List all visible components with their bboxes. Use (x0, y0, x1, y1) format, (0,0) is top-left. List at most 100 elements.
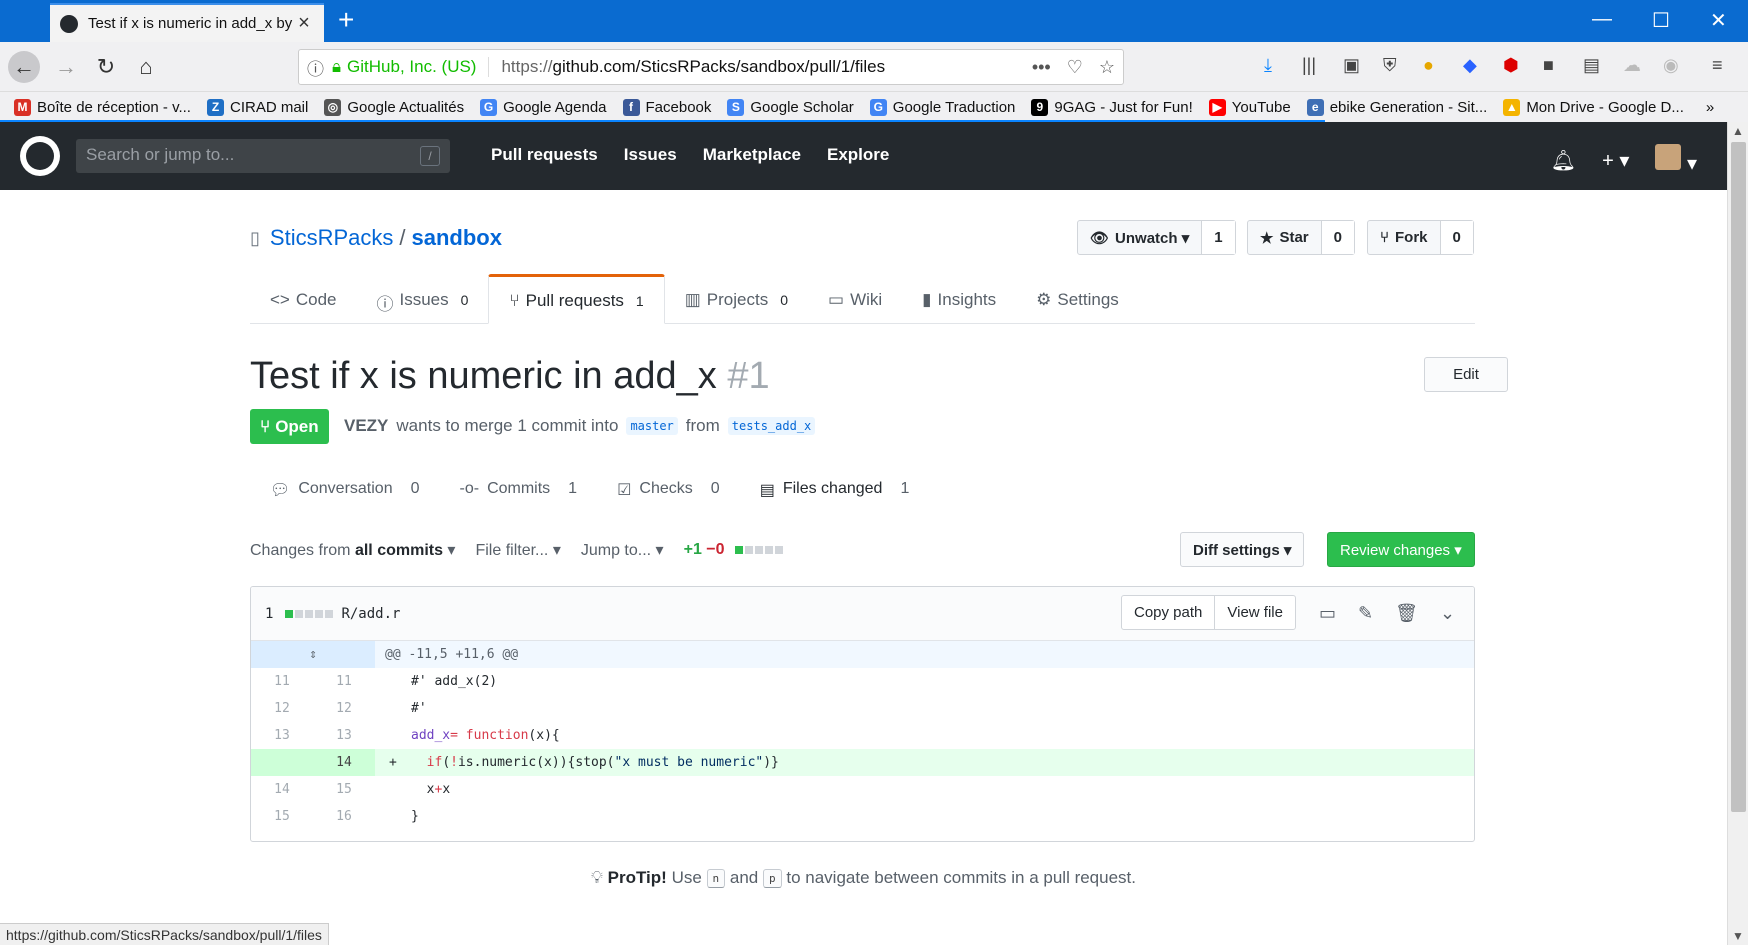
disabled-ext-icon[interactable]: ◉ (1663, 55, 1679, 76)
tab-settings[interactable]: ⚙ Settings (1016, 274, 1139, 323)
file-filter-dropdown[interactable]: File filter... ▾ (475, 540, 560, 560)
bookmark-item[interactable]: f Facebook (622, 98, 711, 116)
author-link[interactable]: VEZY (344, 416, 388, 436)
tab-pull-requests[interactable]: ⑂ Pull requests 1 (488, 274, 665, 324)
page-actions-icon[interactable]: ••• (1032, 57, 1051, 78)
repo-owner-link[interactable]: SticsRPacks (270, 225, 393, 251)
github-logo-icon[interactable] (20, 136, 60, 176)
tab-commits[interactable]: -o- Commits 1 (440, 468, 598, 512)
adblock-icon[interactable]: ⬢ (1503, 55, 1519, 76)
nav-pull-requests[interactable]: Pull requests (491, 145, 598, 165)
new-line-number[interactable]: 13 (313, 722, 375, 749)
new-line-number[interactable]: 14 (313, 749, 375, 776)
bookmark-item[interactable]: G Google Traduction (869, 98, 1015, 116)
scroll-up-icon[interactable]: ▲ (1732, 124, 1744, 138)
old-line-number[interactable]: 15 (251, 803, 313, 830)
url-bar[interactable]: ⓘ 🔒︎ GitHub, Inc. (US) https://github.co… (298, 49, 1124, 85)
unwatch-button[interactable]: 👁︎ Unwatch ▾ (1078, 221, 1203, 254)
review-changes-button[interactable]: Review changes ▾ (1327, 532, 1475, 567)
tab-close-icon[interactable]: × (294, 12, 314, 35)
bookmark-item[interactable]: ▲ Mon Drive - Google D... (1503, 98, 1684, 116)
bookmark-item[interactable]: Z CIRAD mail (206, 98, 308, 116)
reload-icon[interactable]: ↻ (90, 51, 122, 83)
bookmark-item[interactable]: 9 9GAG - Just for Fun! (1031, 98, 1193, 116)
new-line-number[interactable]: 16 (313, 803, 375, 830)
menu-icon[interactable]: ≡ (1712, 55, 1723, 76)
old-line-number[interactable]: 13 (251, 722, 313, 749)
page-scrollbar[interactable]: ▲ ▼ (1727, 122, 1748, 945)
tab-wiki[interactable]: ▭ Wiki (808, 274, 902, 323)
calendar-ext-icon[interactable]: ▤ (1583, 55, 1600, 76)
old-line-number[interactable]: 12 (251, 695, 313, 722)
new-line-number[interactable]: 15 (313, 776, 375, 803)
notifications-bell-icon[interactable]: 🔔︎ (1551, 148, 1576, 173)
tab-insights[interactable]: ▮ Insights (902, 274, 1016, 323)
new-line-number[interactable]: 12 (313, 695, 375, 722)
sidebar-icon[interactable]: ▣ (1343, 55, 1360, 76)
expand-icon[interactable]: ⇕ (251, 641, 375, 668)
bookmark-item[interactable]: M Boîte de réception - v... (14, 98, 191, 116)
info-icon[interactable]: ⓘ (307, 55, 324, 80)
shield-icon[interactable]: ⛨ (1383, 55, 1397, 76)
bookmark-item[interactable]: ▶ YouTube (1208, 98, 1291, 116)
scroll-down-icon[interactable]: ▼ (1732, 929, 1744, 943)
browser-tab[interactable]: Test if x is numeric in add_x by × (50, 3, 324, 42)
bookmark-item[interactable]: e ebike Generation - Sit... (1306, 98, 1487, 116)
bookmark-item[interactable]: ◎ Google Actualités (324, 98, 464, 116)
extension-blue-icon[interactable]: ◆ (1463, 55, 1477, 76)
home-icon[interactable]: ⌂ (130, 51, 162, 83)
library-icon[interactable]: ||| (1302, 55, 1316, 76)
bookmark-item[interactable]: G Google Agenda (480, 98, 607, 116)
bookmark-item[interactable]: S Google Scholar (727, 98, 854, 116)
tab-code[interactable]: <> Code (250, 274, 357, 323)
search-input[interactable]: Search or jump to... / (76, 139, 450, 173)
new-line-number[interactable]: 11 (313, 668, 375, 695)
head-branch[interactable]: tests_add_x (727, 417, 816, 435)
pocket-icon[interactable]: ♡ (1067, 57, 1083, 78)
window-close-icon[interactable]: ✕ (1710, 8, 1727, 33)
nav-explore[interactable]: Explore (827, 145, 889, 165)
stars-count[interactable]: 0 (1321, 221, 1354, 254)
copy-path-button[interactable]: Copy path (1122, 596, 1214, 629)
jump-to-dropdown[interactable]: Jump to... ▾ (581, 540, 664, 560)
forward-icon[interactable]: → (50, 51, 82, 83)
tab-files-changed[interactable]: ▤ Files changed 1 (740, 468, 930, 512)
tab-projects[interactable]: ▥ Projects 0 (665, 274, 808, 323)
desktop-icon[interactable]: ▭ (1319, 603, 1336, 624)
view-file-button[interactable]: View file (1214, 596, 1295, 629)
lock-ext-icon[interactable]: ■ (1543, 55, 1554, 76)
scrollbar-thumb[interactable] (1731, 142, 1746, 812)
user-avatar[interactable]: ▾ (1655, 144, 1697, 176)
pencil-icon[interactable]: ✎ (1358, 603, 1373, 624)
chrome-ext-icon[interactable]: ● (1423, 55, 1434, 76)
fork-button[interactable]: ⑂ Fork (1368, 221, 1441, 254)
diff-settings-button[interactable]: Diff settings ▾ (1180, 532, 1305, 567)
maximize-icon[interactable]: ☐ (1652, 8, 1670, 33)
tab-checks[interactable]: ☑ Checks 0 (597, 468, 740, 512)
file-path[interactable]: R/add.r (341, 606, 400, 622)
trash-icon[interactable]: 🗑︎ (1395, 603, 1418, 624)
nav-marketplace[interactable]: Marketplace (703, 145, 801, 165)
url-text[interactable]: https://github.com/SticsRPacks/sandbox/p… (501, 57, 1031, 77)
nav-issues[interactable]: Issues (624, 145, 677, 165)
cloud-ext-icon[interactable]: ☁ (1623, 55, 1641, 76)
old-line-number[interactable] (251, 749, 313, 776)
edit-title-button[interactable]: Edit (1424, 357, 1508, 392)
minimize-icon[interactable]: — (1592, 8, 1612, 31)
back-icon[interactable]: ← (8, 51, 40, 83)
forks-count[interactable]: 0 (1440, 221, 1473, 254)
old-line-number[interactable]: 11 (251, 668, 313, 695)
watchers-count[interactable]: 1 (1202, 221, 1235, 254)
tab-conversation[interactable]: 💬︎ Conversation 0 (250, 468, 440, 512)
star-button[interactable]: ★ Star (1248, 221, 1322, 254)
create-new-plus-icon[interactable]: + ▾ (1602, 148, 1629, 173)
download-icon[interactable]: ⤓ (1264, 55, 1272, 76)
tab-issues[interactable]: ⓘ Issues 0 (357, 274, 489, 323)
more-bookmarks-icon[interactable]: » (1706, 99, 1714, 116)
new-tab-icon[interactable]: + (338, 6, 354, 34)
bookmark-star-icon[interactable]: ☆ (1099, 57, 1115, 78)
chevron-down-icon[interactable]: ⌄ (1440, 603, 1455, 624)
changes-from-dropdown[interactable]: Changes from all commits ▾ (250, 540, 455, 560)
repo-name-link[interactable]: sandbox (412, 225, 502, 251)
base-branch[interactable]: master (626, 417, 678, 435)
